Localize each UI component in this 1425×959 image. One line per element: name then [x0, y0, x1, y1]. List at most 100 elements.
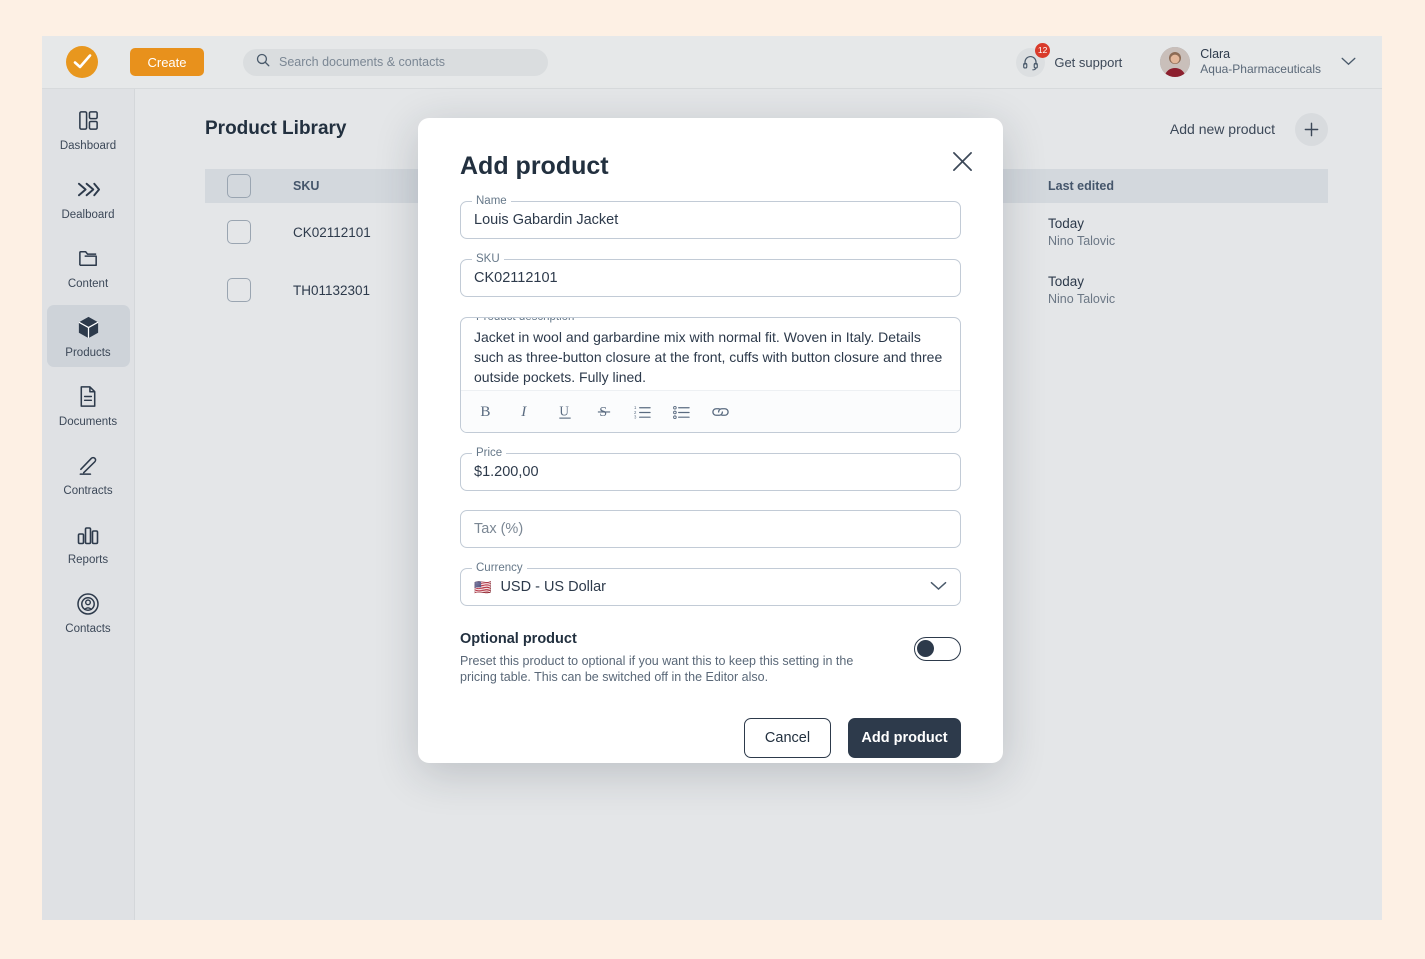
sidebar-item-products[interactable]: Products	[47, 305, 130, 367]
add-product-button[interactable]: Add product	[848, 718, 961, 758]
create-button[interactable]: Create	[130, 48, 204, 76]
sidebar-label: Contracts	[63, 485, 112, 497]
search-bar[interactable]	[243, 49, 548, 76]
strikethrough-icon[interactable]: S	[591, 399, 616, 424]
sidebar-label: Reports	[68, 554, 108, 566]
column-header-last-edited[interactable]: Last edited	[1048, 179, 1328, 193]
row-select-cell	[205, 278, 293, 302]
user-org: Aqua-Pharmaceuticals	[1200, 62, 1321, 77]
add-new-product-action[interactable]: Add new product	[1170, 113, 1328, 146]
top-bar: Create	[42, 36, 1382, 89]
sidebar-label: Products	[65, 347, 110, 359]
optional-product-section: Optional product Preset this product to …	[460, 631, 961, 685]
sidebar-item-documents[interactable]: Documents	[47, 374, 130, 436]
sidebar-item-contracts[interactable]: Contracts	[47, 443, 130, 505]
cell-edited-sub: Nino Talovic	[1048, 292, 1328, 306]
column-header-sku[interactable]: SKU	[293, 179, 428, 193]
price-field[interactable]: Price	[460, 453, 961, 491]
svg-text:I: I	[520, 404, 527, 420]
sidebar-item-content[interactable]: Content	[47, 236, 130, 298]
currency-selected-value: USD - US Dollar	[500, 579, 606, 595]
get-support-label: Get support	[1054, 55, 1122, 70]
add-new-product-label: Add new product	[1170, 121, 1275, 137]
close-icon[interactable]	[945, 144, 979, 178]
plus-icon[interactable]	[1295, 113, 1328, 146]
tax-field[interactable]	[460, 510, 961, 548]
sidebar-item-dealboard[interactable]: Dealboard	[47, 167, 130, 229]
cell-edited-main: Today	[1048, 274, 1328, 289]
cube-icon	[76, 314, 101, 342]
sidebar-item-dashboard[interactable]: Dashboard	[47, 98, 130, 160]
document-icon	[77, 383, 99, 411]
product-description-field[interactable]: Product description B I	[460, 317, 961, 433]
svg-text:U: U	[559, 403, 569, 418]
underline-icon[interactable]: U	[552, 399, 577, 424]
tax-input[interactable]	[474, 521, 947, 537]
sidebar-item-reports[interactable]: Reports	[47, 512, 130, 574]
currency-selected-value-wrap: 🇺🇸 USD - US Dollar	[474, 579, 606, 596]
screen-root: Create	[0, 0, 1425, 959]
price-field-label: Price	[472, 447, 506, 459]
row-checkbox[interactable]	[227, 220, 251, 244]
chevron-down-icon[interactable]	[1341, 53, 1356, 71]
product-description-textarea[interactable]	[461, 327, 960, 390]
topbar-right-group: 12 Get support Clara	[1016, 47, 1356, 78]
currency-select[interactable]: Currency 🇺🇸 USD - US Dollar	[460, 568, 961, 606]
page-title: Product Library	[205, 118, 346, 140]
us-flag-icon: 🇺🇸	[474, 579, 491, 596]
cell-sku: CK02112101	[293, 225, 428, 240]
select-all-cell	[205, 174, 293, 198]
chevrons-icon	[76, 176, 101, 204]
dialog-actions: Cancel Add product	[460, 718, 961, 758]
user-name: Clara	[1200, 47, 1321, 63]
cancel-button[interactable]: Cancel	[744, 718, 831, 758]
svg-text:3: 3	[634, 414, 637, 419]
sidebar-label: Content	[68, 278, 108, 290]
sidebar-label: Dealboard	[61, 209, 114, 221]
cell-last-edited: Today Nino Talovic	[1048, 274, 1328, 306]
name-field-label: Name	[472, 195, 511, 207]
optional-product-text: Optional product Preset this product to …	[460, 631, 914, 685]
link-icon[interactable]	[708, 399, 733, 424]
chevron-down-icon[interactable]	[930, 578, 947, 596]
bar-chart-icon	[76, 521, 100, 549]
search-icon	[256, 53, 270, 72]
optional-product-toggle[interactable]	[914, 637, 961, 661]
dialog-title: Add product	[460, 118, 961, 181]
sidebar-label: Dashboard	[60, 140, 116, 152]
user-info: Clara Aqua-Pharmaceuticals	[1200, 47, 1321, 78]
price-input[interactable]	[474, 464, 947, 480]
svg-text:B: B	[480, 404, 490, 420]
sku-input[interactable]	[474, 270, 947, 286]
pen-icon	[77, 452, 100, 480]
sidebar-label: Documents	[59, 416, 117, 428]
check-circle-logo-icon[interactable]	[66, 46, 98, 78]
sku-field[interactable]: SKU	[460, 259, 961, 297]
support-badge: 12	[1035, 43, 1050, 58]
toggle-knob	[917, 640, 934, 657]
cell-edited-sub: Nino Talovic	[1048, 234, 1328, 248]
search-input[interactable]	[279, 55, 535, 69]
bullet-list-icon[interactable]	[669, 399, 694, 424]
description-field-label: Product description	[472, 317, 578, 323]
cell-last-edited: Today Nino Talovic	[1048, 216, 1328, 248]
user-menu[interactable]: Clara Aqua-Pharmaceuticals	[1160, 47, 1356, 78]
ordered-list-icon[interactable]: 1 2 3	[630, 399, 655, 424]
avatar	[1160, 47, 1190, 77]
name-input[interactable]	[474, 212, 947, 228]
headset-icon: 12	[1016, 48, 1045, 77]
row-checkbox[interactable]	[227, 278, 251, 302]
row-select-cell	[205, 220, 293, 244]
optional-product-title: Optional product	[460, 631, 892, 647]
bold-icon[interactable]: B	[474, 399, 499, 424]
italic-icon[interactable]: I	[513, 399, 538, 424]
select-all-checkbox[interactable]	[227, 174, 251, 198]
cell-sku: TH01132301	[293, 283, 428, 298]
optional-product-description: Preset this product to optional if you w…	[460, 653, 892, 685]
sidebar-item-contacts[interactable]: Contacts	[47, 581, 130, 643]
dashboard-icon	[77, 107, 100, 135]
currency-field-label: Currency	[472, 562, 527, 574]
get-support-button[interactable]: 12 Get support	[1016, 48, 1122, 77]
name-field[interactable]: Name	[460, 201, 961, 239]
sidebar: Dashboard Dealboard	[42, 89, 135, 920]
